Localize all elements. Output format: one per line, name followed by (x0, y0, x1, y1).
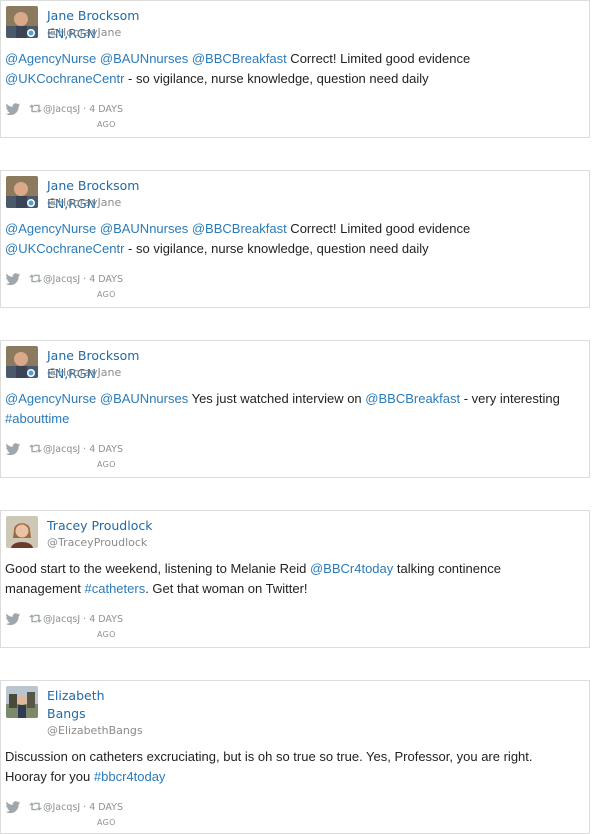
tweet-meta: @JacqsJ · 4 DAYS AGO (5, 801, 145, 831)
retweeter-handle[interactable]: @JacqsJ · 4 DAYS (43, 614, 123, 625)
avatar[interactable] (6, 686, 38, 718)
tweet-text-segment: - very interesting (460, 391, 560, 406)
author-handle[interactable]: @HoorayJane (47, 365, 121, 380)
author-name[interactable]: Elizabeth Bangs (47, 687, 127, 723)
retweeter-handle[interactable]: @JacqsJ · 4 DAYS (43, 104, 123, 115)
tweet-time: · 4 DAYS (83, 104, 124, 115)
tweet-text-line-1: @AgencyNurse @BAUNnurses Yes just watche… (5, 389, 579, 409)
avatar[interactable] (6, 6, 38, 38)
tweet-text-segment: - so vigilance, nurse knowledge, questio… (124, 71, 429, 86)
tweet-text-line-2: @UKCochraneCentr - so vigilance, nurse k… (5, 239, 579, 259)
tweet-text-segment: . Get that woman on Twitter! (145, 581, 308, 596)
twitter-bird-icon[interactable] (5, 103, 21, 119)
tweet-text-segment: Correct! Limited good evidence (286, 51, 471, 66)
tweet-text-segment: talking continence (393, 561, 501, 576)
tweet-text-line-2: management #catheters. Get that woman on… (5, 579, 579, 599)
tweet-text-line-1: Discussion on catheters excruciating, bu… (5, 747, 579, 767)
avatar[interactable] (6, 516, 38, 548)
tweet-time: · 4 DAYS (83, 614, 124, 625)
twitter-bird-icon[interactable] (5, 613, 21, 629)
tweet-text-segment: - so vigilance, nurse knowledge, questio… (124, 241, 429, 256)
tweet-text-line-2: @UKCochraneCentr - so vigilance, nurse k… (5, 69, 579, 89)
avatar-image (6, 6, 38, 38)
author-handle[interactable]: @HoorayJane (47, 25, 121, 40)
author-handle[interactable]: @HoorayJane (47, 195, 121, 210)
avatar[interactable] (6, 346, 38, 378)
mention-link[interactable]: @BBCBreakfast (192, 221, 287, 236)
author-name[interactable]: Tracey Proudlock (47, 517, 167, 535)
tweet-card: Tracey Proudlock @TraceyProudlock Good s… (0, 510, 590, 648)
mention-link[interactable]: @BAUNnurses (100, 391, 188, 406)
retweeter-name[interactable]: @JacqsJ (43, 274, 80, 285)
avatar-image (6, 346, 38, 378)
tweet-text-segment: Correct! Limited good evidence (286, 221, 471, 236)
mention-link[interactable]: @AgencyNurse (5, 391, 96, 406)
tweet-time-ago: AGO (97, 818, 116, 827)
hashtag-link[interactable]: #bbcr4today (94, 769, 166, 784)
twitter-bird-icon[interactable] (5, 801, 21, 817)
tweet-card: Jane Brocksom EN,RGN @HoorayJane @Agency… (0, 170, 590, 308)
avatar[interactable] (6, 176, 38, 208)
mention-link[interactable]: @BBCr4today (310, 561, 393, 576)
retweeter-name[interactable]: @JacqsJ (43, 444, 80, 455)
retweet-icon[interactable] (29, 103, 42, 117)
mention-link[interactable]: @AgencyNurse (5, 51, 96, 66)
tweet-text: Good start to the weekend, listening to … (5, 559, 579, 599)
tweet-text-line-1: @AgencyNurse @BAUNnurses @BBCBreakfast C… (5, 49, 579, 69)
tweet-time-ago: AGO (97, 630, 116, 639)
retweeter-handle[interactable]: @JacqsJ · 4 DAYS (43, 444, 123, 455)
tweet-card: Jane Brocksom EN,RGN @HoorayJane @Agency… (0, 0, 590, 138)
tweet-text: @AgencyNurse @BAUNnurses @BBCBreakfast C… (5, 49, 579, 89)
tweet-text-line-2: #abouttime (5, 409, 579, 429)
retweeter-handle[interactable]: @JacqsJ · 4 DAYS (43, 802, 123, 813)
tweet-text: Discussion on catheters excruciating, bu… (5, 747, 579, 787)
tweet-text-line-2: Hooray for you #bbcr4today (5, 767, 579, 787)
tweet-text: @AgencyNurse @BAUNnurses Yes just watche… (5, 389, 579, 429)
mention-link[interactable]: @BAUNnurses (100, 221, 188, 236)
hashtag-link[interactable]: #catheters (85, 581, 146, 596)
tweet-meta: @JacqsJ · 4 DAYS AGO (5, 443, 145, 473)
tweet-text-segment: management (5, 581, 85, 596)
tweet-text-segment: Hooray for you (5, 769, 94, 784)
tweet-time: · 4 DAYS (83, 274, 124, 285)
tweet-time-ago: AGO (97, 120, 116, 129)
twitter-bird-icon[interactable] (5, 273, 21, 289)
retweet-icon[interactable] (29, 801, 42, 815)
retweet-icon[interactable] (29, 613, 42, 627)
mention-link[interactable]: @BBCBreakfast (192, 51, 287, 66)
tweet-meta: @JacqsJ · 4 DAYS AGO (5, 273, 145, 303)
mention-link[interactable]: @UKCochraneCentr (5, 241, 124, 256)
avatar-image (6, 176, 38, 208)
retweeter-name[interactable]: @JacqsJ (43, 614, 80, 625)
avatar-image (6, 516, 38, 548)
retweet-icon[interactable] (29, 443, 42, 457)
mention-link[interactable]: @AgencyNurse (5, 221, 96, 236)
tweet-text-segment: Discussion on catheters excruciating, bu… (5, 749, 533, 764)
retweet-icon[interactable] (29, 273, 42, 287)
tweet-text-segment: Good start to the weekend, listening to … (5, 561, 310, 576)
mention-link[interactable]: @UKCochraneCentr (5, 71, 124, 86)
tweet-meta: @JacqsJ · 4 DAYS AGO (5, 103, 145, 133)
twitter-bird-icon[interactable] (5, 443, 21, 459)
retweeter-handle[interactable]: @JacqsJ · 4 DAYS (43, 274, 123, 285)
tweet-card: Elizabeth Bangs @ElizabethBangs Discussi… (0, 680, 590, 834)
tweet-text-line-1: Good start to the weekend, listening to … (5, 559, 579, 579)
tweet-card: Jane Brocksom EN,RGN @HoorayJane @Agency… (0, 340, 590, 478)
tweet-time-ago: AGO (97, 290, 116, 299)
tweet-text-line-1: @AgencyNurse @BAUNnurses @BBCBreakfast C… (5, 219, 579, 239)
tweet-time-ago: AGO (97, 460, 116, 469)
retweeter-name[interactable]: @JacqsJ (43, 802, 80, 813)
author-handle[interactable]: @TraceyProudlock (47, 535, 147, 550)
tweet-text-segment: Yes just watched interview on (188, 391, 366, 406)
tweet-meta: @JacqsJ · 4 DAYS AGO (5, 613, 145, 643)
tweet-time: · 4 DAYS (83, 444, 124, 455)
mention-link[interactable]: @BBCBreakfast (365, 391, 460, 406)
mention-link[interactable]: @BAUNnurses (100, 51, 188, 66)
avatar-image (6, 686, 38, 718)
author-handle[interactable]: @ElizabethBangs (47, 723, 143, 738)
tweet-time: · 4 DAYS (83, 802, 124, 813)
retweeter-name[interactable]: @JacqsJ (43, 104, 80, 115)
tweet-text: @AgencyNurse @BAUNnurses @BBCBreakfast C… (5, 219, 579, 259)
hashtag-link[interactable]: #abouttime (5, 411, 69, 426)
